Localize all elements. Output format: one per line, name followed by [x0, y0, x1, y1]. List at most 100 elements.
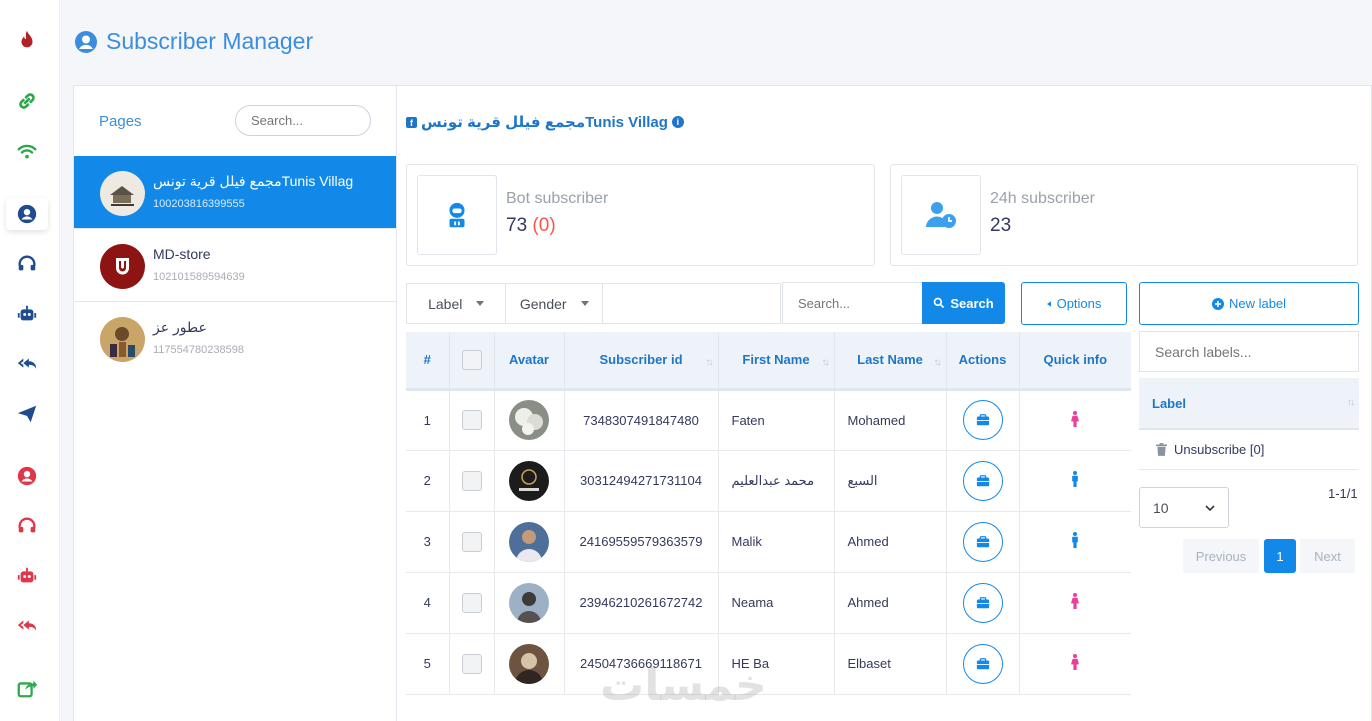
row-quick-info: [1019, 511, 1131, 573]
briefcase-icon: [976, 657, 989, 669]
col-avatar: Avatar: [494, 332, 565, 391]
briefcase-action-button[interactable]: [962, 460, 1003, 501]
avatar[interactable]: [509, 460, 549, 501]
current-page-button[interactable]: 1: [1264, 539, 1296, 573]
row-select: [449, 450, 495, 512]
row-quick-info: [1019, 450, 1131, 512]
briefcase-action-button[interactable]: [962, 643, 1003, 684]
new-label-button-label: New label: [1228, 296, 1287, 311]
page-size-select[interactable]: 10: [1139, 487, 1229, 528]
page-item-perfume[interactable]: عطور عز 117554780238598: [74, 302, 396, 375]
info-icon[interactable]: i: [671, 116, 684, 128]
reply-all-red-icon[interactable]: [6, 610, 48, 642]
briefcase-action-button[interactable]: [962, 400, 1003, 440]
page-item-md-store[interactable]: MD-store 102101589594639: [74, 229, 396, 302]
page-avatar: [100, 244, 145, 289]
table-row: 1 7348307491847480 Faten Mohamed: [406, 389, 1131, 451]
male-icon[interactable]: [1071, 532, 1079, 548]
page-name: MD-store: [153, 246, 211, 262]
24h-subscriber-card: 24h subscriber 23: [890, 164, 1358, 266]
table-row: 5 24504736669118671 HE Ba Elbaset: [406, 633, 1131, 695]
options-button-label: Options: [1056, 296, 1102, 311]
briefcase-action-button[interactable]: [962, 521, 1003, 562]
share-icon[interactable]: [6, 672, 48, 704]
label-dropdown[interactable]: Label: [407, 284, 507, 323]
gender-dropdown[interactable]: Gender: [506, 284, 603, 323]
gender-dropdown-text: Gender: [519, 295, 567, 312]
subscriber-search-input[interactable]: [782, 282, 923, 324]
row-avatar: [494, 450, 565, 512]
col-select: [449, 332, 495, 391]
row-number: 3: [406, 511, 450, 573]
page-item-tunis-villag[interactable]: مجمع فيلل قرية تونسTunis Villag 10020381…: [74, 156, 396, 229]
avatar[interactable]: [509, 643, 549, 684]
new-label-button[interactable]: New label: [1139, 282, 1359, 325]
col-subscriber-id[interactable]: Subscriber id ↑↓: [564, 332, 719, 391]
col-last-name[interactable]: Last Name ↑↓: [834, 332, 947, 391]
row-checkbox[interactable]: [461, 470, 482, 491]
label-search-input[interactable]: [1139, 331, 1359, 372]
wifi-icon[interactable]: [6, 136, 48, 168]
watermark-logo: خمسات: [600, 661, 767, 710]
robot-icon: [417, 175, 497, 255]
last-name: Elbaset: [834, 633, 947, 695]
stat-label: 24h subscriber: [990, 190, 1095, 207]
search-button[interactable]: Search: [922, 282, 1005, 324]
subscriber-id: 24169559579363579: [564, 511, 719, 573]
fire-icon[interactable]: [6, 24, 48, 56]
user-circle-icon: [75, 30, 97, 53]
row-checkbox[interactable]: [461, 410, 482, 430]
trash-icon[interactable]: [1156, 443, 1167, 456]
options-button[interactable]: Options: [1021, 282, 1127, 325]
avatar[interactable]: [509, 400, 549, 440]
row-checkbox[interactable]: [461, 592, 482, 613]
label-list-item[interactable]: Unsubscribe [0]: [1139, 430, 1359, 470]
col-first-name[interactable]: First Name ↑↓: [718, 332, 835, 391]
female-icon[interactable]: [1071, 654, 1080, 670]
caret-down-icon: [476, 301, 485, 306]
caret-down-icon: [580, 301, 589, 306]
last-name: Ahmed: [834, 511, 947, 573]
female-icon[interactable]: [1071, 410, 1080, 427]
previous-page-button[interactable]: Previous: [1183, 539, 1259, 573]
user-circle-red-icon[interactable]: [6, 460, 48, 492]
next-page-button[interactable]: Next: [1300, 539, 1355, 573]
filter-blank-field[interactable]: [603, 284, 780, 323]
robot-red-icon[interactable]: [6, 560, 48, 592]
select-all-checkbox[interactable]: [461, 349, 482, 370]
row-checkbox[interactable]: [461, 531, 482, 552]
robot-icon[interactable]: [6, 298, 48, 330]
row-select: [449, 633, 495, 695]
row-avatar: [494, 572, 565, 634]
table-row: 2 30312494271731104 محمد عبدالعليم السبع: [406, 450, 1131, 512]
male-icon[interactable]: [1071, 471, 1079, 487]
row-actions: [946, 511, 1020, 573]
avatar[interactable]: [509, 582, 549, 623]
reply-all-icon[interactable]: [6, 348, 48, 380]
headset-icon[interactable]: [6, 248, 48, 280]
row-select: [449, 572, 495, 634]
label-header-text: Label: [1152, 396, 1186, 411]
label-column-header[interactable]: Label ↑↓: [1139, 378, 1359, 430]
first-name: Faten: [718, 389, 835, 451]
col-quick-info: Quick info: [1019, 332, 1131, 391]
subscriber-id: 23946210261672742: [564, 572, 719, 634]
avatar[interactable]: [509, 521, 549, 562]
table-row: 3 24169559579363579 Malik Ahmed: [406, 511, 1131, 573]
row-actions: [946, 633, 1020, 695]
female-icon[interactable]: [1071, 593, 1080, 609]
headset-red-icon[interactable]: [6, 510, 48, 542]
last-name: Ahmed: [834, 572, 947, 634]
sort-icon: ↑↓: [821, 357, 830, 368]
briefcase-action-button[interactable]: [962, 582, 1003, 623]
link-icon[interactable]: [6, 85, 48, 117]
search-button-label: Search: [950, 295, 994, 311]
subscriber-area: f مجمع فيلل قرية تونسTunis Villag i Bot …: [397, 86, 1372, 721]
pages-search-input[interactable]: [235, 105, 371, 136]
row-checkbox[interactable]: [461, 653, 482, 674]
subscriber-id: 7348307491847480: [564, 389, 719, 451]
user-circle-icon[interactable]: [6, 198, 48, 230]
row-quick-info: [1019, 389, 1131, 451]
send-icon[interactable]: [6, 398, 48, 430]
row-number: 2: [406, 450, 450, 512]
